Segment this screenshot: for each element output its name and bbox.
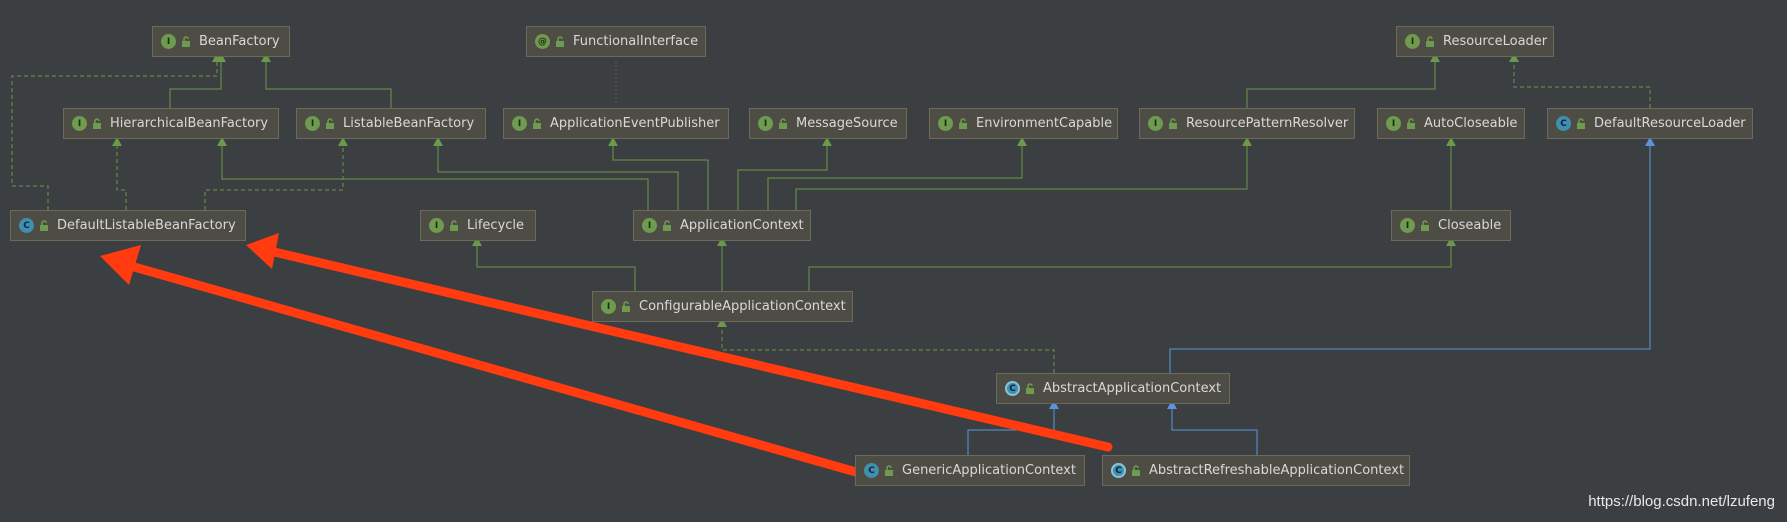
node-auto-closeable[interactable]: I AutoCloseable: [1377, 108, 1525, 139]
interface-icon: I: [1386, 116, 1401, 131]
interface-icon: I: [1148, 116, 1163, 131]
diagram-canvas: I BeanFactory @ FunctionalInterface I Re…: [0, 0, 1787, 522]
node-closeable[interactable]: I Closeable: [1391, 210, 1511, 241]
class-icon: C: [19, 218, 34, 233]
lock-icon: [93, 117, 101, 129]
node-label: GenericApplicationContext: [902, 463, 1076, 478]
edge-default-listable-to-hierarchical: [112, 137, 127, 210]
lock-icon: [779, 117, 787, 129]
node-label: DefaultListableBeanFactory: [57, 218, 236, 233]
interface-icon: I: [1400, 218, 1415, 233]
class-icon: C: [1556, 116, 1571, 131]
interface-icon: I: [429, 218, 444, 233]
interface-icon: I: [1405, 34, 1420, 49]
node-label: ListableBeanFactory: [343, 116, 475, 131]
node-label: MessageSource: [796, 116, 898, 131]
node-application-event-publisher[interactable]: I ApplicationEventPublisher: [503, 108, 729, 139]
edge-configurable-to-closeable: [808, 237, 1456, 291]
node-label: BeanFactory: [199, 34, 280, 49]
lock-icon: [182, 35, 190, 47]
highlight-arrow-head-generic: [100, 245, 141, 285]
interface-icon: I: [758, 116, 773, 131]
node-message-source[interactable]: I MessageSource: [749, 108, 907, 139]
interface-icon: I: [161, 34, 176, 49]
node-default-listable-bean-factory[interactable]: C DefaultListableBeanFactory: [10, 210, 246, 241]
lock-icon: [1577, 117, 1585, 129]
edge-resource-pattern-resolver-to-resource-loader: [1246, 53, 1440, 108]
abstract-class-icon: C: [1111, 463, 1126, 478]
lock-icon: [326, 117, 334, 129]
lock-icon: [1426, 35, 1434, 47]
edge-application-context-to-event-publisher: [608, 137, 709, 210]
node-listable-bean-factory[interactable]: I ListableBeanFactory: [296, 108, 486, 139]
lock-icon: [1421, 219, 1429, 231]
node-configurable-application-context[interactable]: I ConfigurableApplicationContext: [592, 291, 853, 322]
edge-hierarchical-to-bean-factory: [169, 53, 226, 108]
highlight-arrows: [100, 233, 1113, 477]
edge-listable-to-bean-factory: [261, 53, 392, 108]
node-bean-factory[interactable]: I BeanFactory: [152, 26, 290, 57]
edge-refreshable-to-abstract-application-context: [1167, 400, 1258, 455]
node-label: HierarchicalBeanFactory: [110, 116, 269, 131]
edge-configurable-to-lifecycle: [472, 237, 636, 291]
node-lifecycle[interactable]: I Lifecycle: [420, 210, 536, 241]
highlight-arrow-head-refreshable: [246, 233, 279, 269]
node-label: ApplicationContext: [680, 218, 804, 233]
node-default-resource-loader[interactable]: C DefaultResourceLoader: [1547, 108, 1753, 139]
interface-icon: I: [642, 218, 657, 233]
node-label: Closeable: [1438, 218, 1502, 233]
annotation-icon: @: [535, 34, 550, 49]
node-label: DefaultResourceLoader: [1594, 116, 1746, 131]
node-label: Lifecycle: [467, 218, 525, 233]
node-label: ApplicationEventPublisher: [550, 116, 720, 131]
lock-icon: [450, 219, 458, 231]
lock-icon: [40, 219, 48, 231]
edge-application-context-to-listable: [433, 137, 679, 210]
node-resource-pattern-resolver[interactable]: I ResourcePatternResolver: [1139, 108, 1355, 139]
node-generic-application-context[interactable]: C GenericApplicationContext: [855, 455, 1085, 486]
lock-icon: [1026, 382, 1034, 394]
edge-default-resource-loader-to-resource-loader: [1509, 53, 1651, 108]
edge-application-context-to-environment-capable: [767, 137, 1027, 210]
node-environment-capable[interactable]: I EnvironmentCapable: [929, 108, 1118, 139]
interface-icon: I: [512, 116, 527, 131]
node-application-context[interactable]: I ApplicationContext: [633, 210, 811, 241]
node-abstract-application-context[interactable]: C AbstractApplicationContext: [996, 373, 1230, 404]
node-label: AbstractRefreshableApplicationContext: [1149, 463, 1405, 478]
interface-icon: I: [938, 116, 953, 131]
node-label: AbstractApplicationContext: [1043, 381, 1222, 396]
lock-icon: [663, 219, 671, 231]
node-functional-interface[interactable]: @ FunctionalInterface: [526, 26, 706, 57]
edge-abstract-application-context-to-default-resource-loader: [1169, 137, 1655, 373]
node-hierarchical-bean-factory[interactable]: I HierarchicalBeanFactory: [63, 108, 279, 139]
highlight-arrow-refreshable-to-default-listable: [265, 246, 1113, 452]
node-label: ConfigurableApplicationContext: [639, 299, 846, 314]
lock-icon: [885, 464, 893, 476]
interface-icon: I: [601, 299, 616, 314]
edge-layer: [11, 53, 1655, 477]
lock-icon: [1132, 464, 1140, 476]
interface-icon: I: [305, 116, 320, 131]
lock-icon: [959, 117, 967, 129]
node-label: AutoCloseable: [1424, 116, 1518, 131]
node-label: ResourcePatternResolver: [1186, 116, 1349, 131]
lock-icon: [533, 117, 541, 129]
interface-icon: I: [72, 116, 87, 131]
lock-icon: [622, 300, 630, 312]
node-label: EnvironmentCapable: [976, 116, 1113, 131]
abstract-class-icon: C: [1005, 381, 1020, 396]
node-resource-loader[interactable]: I ResourceLoader: [1396, 26, 1554, 57]
watermark: https://blog.csdn.net/lzufeng: [1588, 493, 1775, 510]
class-icon: C: [864, 463, 879, 478]
lock-icon: [1169, 117, 1177, 129]
lock-icon: [556, 35, 564, 47]
node-label: ResourceLoader: [1443, 34, 1548, 49]
node-label: FunctionalInterface: [573, 34, 699, 49]
edge-default-listable-to-listable: [204, 137, 348, 210]
lock-icon: [1407, 117, 1415, 129]
edge-application-context-to-hierarchical: [217, 137, 649, 210]
node-abstract-refreshable-application-context[interactable]: C AbstractRefreshableApplicationContext: [1102, 455, 1410, 486]
